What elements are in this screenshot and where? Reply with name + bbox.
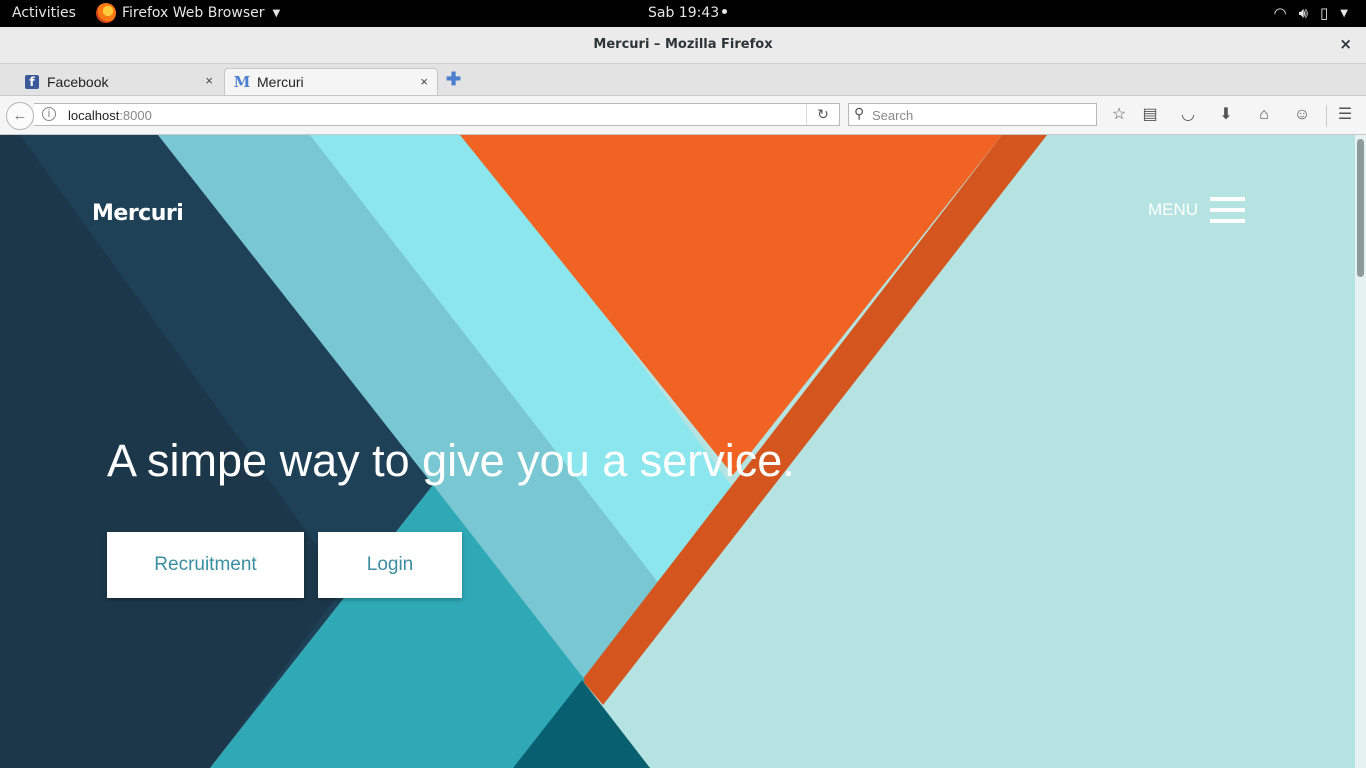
brand-logo[interactable]: Mercuri	[92, 201, 184, 226]
clock[interactable]: Sab 19:43	[648, 5, 728, 21]
url-host: localhost	[68, 108, 120, 123]
chevron-down-icon: ▼	[272, 7, 281, 19]
search-input[interactable]: ⚲ Search	[848, 103, 1097, 126]
toolbar-separator	[1326, 105, 1327, 127]
site-info-icon[interactable]: i	[42, 107, 56, 121]
new-tab-button[interactable]: ✚	[446, 69, 461, 90]
tab-mercuri[interactable]: M Mercuri ×	[224, 68, 438, 95]
search-icon: ⚲	[854, 105, 865, 121]
mercuri-favicon-icon: M	[233, 73, 251, 91]
system-tray[interactable]: ◠ 🔊︎ ▯ ▼	[1273, 4, 1348, 23]
app-menu[interactable]: Firefox Web Browser ▼	[96, 3, 280, 23]
facebook-icon: f	[25, 74, 39, 89]
window-close-button[interactable]: ×	[1339, 35, 1352, 53]
hamburger-menu-icon[interactable]: ☰	[1335, 106, 1355, 126]
gnome-top-bar: Activities Firefox Web Browser ▼ Sab 19:…	[0, 0, 1366, 27]
pocket-icon[interactable]: ◡	[1178, 106, 1198, 126]
hero-headline: A simpe way to give you a service.	[107, 435, 795, 486]
recruitment-button[interactable]: Recruitment	[107, 532, 304, 598]
window-titlebar: Mercuri – Mozilla Firefox ×	[0, 27, 1366, 64]
url-port: :8000	[119, 108, 152, 123]
download-icon[interactable]: ⬇	[1216, 106, 1236, 126]
reload-icon[interactable]: ↻	[806, 104, 839, 125]
login-button[interactable]: Login	[318, 532, 462, 598]
battery-icon: ▯	[1320, 4, 1329, 22]
clock-label: Sab 19:43	[648, 5, 720, 21]
reading-list-icon[interactable]: ▤	[1140, 106, 1160, 126]
firefox-logo-icon	[96, 3, 116, 23]
web-page: Mercuri MENU A simpe way to give you a s…	[0, 135, 1366, 768]
menu-button[interactable]: MENU	[1148, 197, 1246, 223]
app-menu-label: Firefox Web Browser	[122, 5, 265, 21]
tab-close-button[interactable]: ×	[420, 74, 428, 89]
notification-dot-icon	[722, 8, 728, 14]
home-icon[interactable]: ⌂	[1254, 106, 1274, 126]
navigation-toolbar: ← i localhost:8000 ↻ ⚲ Search ☆ ▤ ◡ ⬇ ⌂ …	[0, 96, 1366, 135]
tab-close-button[interactable]: ×	[205, 73, 213, 88]
scrollbar-thumb[interactable]	[1357, 139, 1364, 277]
wifi-icon: ◠	[1273, 4, 1287, 22]
tab-label: Mercuri	[257, 74, 304, 90]
url-text[interactable]: localhost:8000	[68, 108, 152, 123]
tab-strip: f Facebook × M Mercuri × ✚	[0, 64, 1366, 96]
system-menu-caret-icon: ▼	[1340, 8, 1348, 19]
tab-label: Facebook	[47, 73, 109, 90]
back-arrow-icon: ←	[12, 107, 28, 124]
hamburger-icon	[1210, 197, 1246, 223]
bookmark-star-icon[interactable]: ☆	[1109, 106, 1129, 126]
volume-icon: 🔊︎	[1298, 4, 1309, 22]
page-scrollbar[interactable]	[1355, 135, 1366, 768]
window-title: Mercuri – Mozilla Firefox	[593, 37, 773, 52]
tab-facebook[interactable]: f Facebook ×	[16, 68, 222, 95]
back-button[interactable]: ←	[6, 102, 34, 130]
search-placeholder: Search	[872, 108, 914, 123]
menu-label: MENU	[1148, 200, 1199, 219]
url-bar[interactable]: i localhost:8000 ↻	[34, 103, 840, 126]
hello-icon[interactable]: ☺	[1292, 106, 1312, 126]
activities-button[interactable]: Activities	[12, 5, 76, 21]
